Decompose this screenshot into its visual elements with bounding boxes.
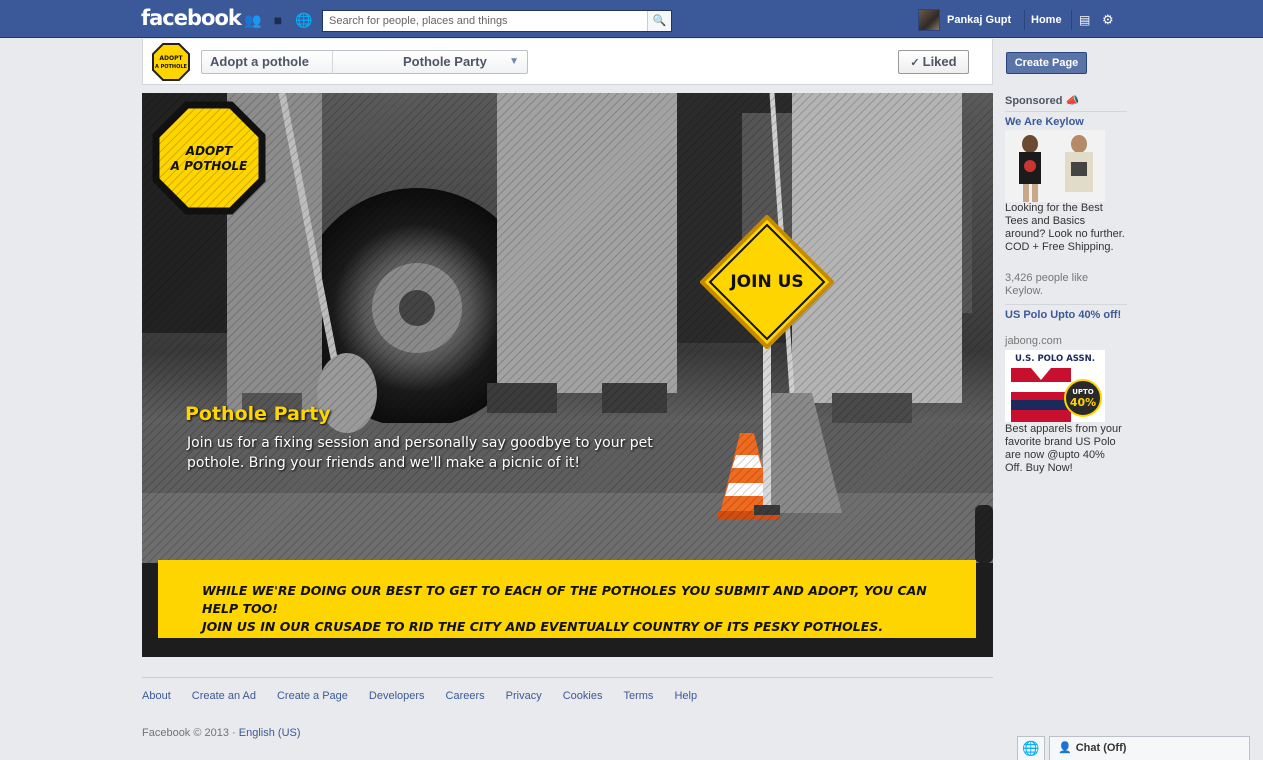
footer-link-create-ad[interactable]: Create an Ad (192, 690, 256, 702)
app-banner: ADOPT A POTHOLE JOIN US Pothole Party Jo… (142, 93, 993, 657)
logo-line-1: ADOPT (185, 144, 233, 158)
banner-description: Join us for a fixing session and persona… (187, 435, 653, 471)
svg-text:A POTHOLE: A POTHOLE (155, 64, 188, 70)
divider (1024, 10, 1025, 30)
footer-link-careers[interactable]: Careers (446, 690, 485, 702)
ad-body-keylow[interactable]: Looking for the Best Tees and Basics aro… (1005, 202, 1125, 254)
app-dropdown[interactable]: Pothole Party ▼ (333, 51, 527, 73)
sponsored-label: Sponsored (1005, 95, 1063, 107)
top-navigation-bar: facebook 👥 ■ 🌐 🔍 Pankaj Gupt Home ▤ ⚙ (0, 0, 1263, 38)
check-icon: ✓ (910, 57, 920, 69)
notifications-globe-icon[interactable]: 🌐 (295, 12, 312, 28)
join-us-sign[interactable]: JOIN US (700, 215, 834, 349)
page-header: ADOPT A POTHOLE Adopt a pothole Pothole … (142, 39, 993, 85)
breadcrumb: Adopt a pothole Pothole Party ▼ (201, 50, 528, 74)
footer-link-privacy[interactable]: Privacy (506, 690, 542, 702)
copyright: Facebook © 2013 · English (US) (142, 727, 301, 739)
facebook-logo[interactable]: facebook (141, 6, 242, 30)
divider (1071, 10, 1072, 30)
footer-link-help[interactable]: Help (674, 690, 697, 702)
profile-link[interactable]: Pankaj Gupt (947, 14, 1011, 26)
footer-link-cookies[interactable]: Cookies (563, 690, 603, 702)
liked-button[interactable]: ✓ Liked (898, 50, 969, 74)
strip-line-2: Join us in our crusade to rid the city a… (202, 619, 884, 634)
uspolo-ad-image[interactable]: U.S. POLO ASSN. UPTO 40% (1005, 350, 1105, 422)
discount-badge-line-2: 40% (1070, 396, 1096, 409)
chat-globe-icon[interactable]: 🌐 (1017, 736, 1045, 760)
uspolo-brand-text: U.S. POLO ASSN. (1015, 354, 1095, 364)
privacy-shortcuts-icon[interactable]: ▤ (1079, 13, 1090, 27)
logo-line-2: A POTHOLE (170, 159, 249, 173)
friend-requests-icon[interactable]: 👥 (244, 12, 261, 28)
language-link[interactable]: English (US) (239, 727, 301, 739)
home-link[interactable]: Home (1031, 14, 1062, 26)
page-logo[interactable]: ADOPT A POTHOLE (152, 43, 190, 81)
ad-social-keylow: 3,426 people like Keylow. (1005, 272, 1089, 297)
create-page-button[interactable]: Create Page (1006, 52, 1087, 74)
footer-link-about[interactable]: About (142, 690, 171, 702)
strip-line-1: While we're doing our best to get to eac… (202, 583, 927, 616)
chat-label: Chat (Off) (1075, 742, 1127, 754)
keylow-ad-image[interactable] (1005, 130, 1105, 202)
discount-badge-line-1: UPTO (1072, 388, 1094, 396)
divider (142, 677, 993, 678)
search-box: 🔍 (322, 10, 672, 32)
liked-button-label: Liked (922, 54, 957, 69)
chat-sidebar-button[interactable]: 👤 Chat (Off) (1049, 736, 1250, 760)
megaphone-icon: 📣 (1065, 95, 1080, 107)
person-icon: 👤 (1058, 742, 1072, 754)
divider (1005, 304, 1127, 305)
app-dropdown-label: Pothole Party (403, 54, 487, 69)
messages-icon[interactable]: ■ (270, 12, 286, 28)
sponsored-heading[interactable]: Sponsored 📣 (1005, 94, 1079, 107)
ad-body-uspolo[interactable]: Best apparels from your favorite brand U… (1005, 423, 1125, 475)
search-icon[interactable]: 🔍 (647, 11, 671, 31)
join-us-label: JOIN US (729, 272, 803, 292)
ad-title-keylow[interactable]: We Are Keylow (1005, 116, 1125, 129)
avatar[interactable] (918, 9, 940, 31)
copyright-text: Facebook © 2013 · (142, 727, 239, 739)
ad-domain-uspolo: jabong.com (1005, 335, 1062, 347)
chevron-down-icon: ▼ (509, 56, 519, 67)
divider (1005, 111, 1127, 112)
ad-title-uspolo[interactable]: US Polo Upto 40% off! (1005, 309, 1125, 322)
svg-text:ADOPT: ADOPT (159, 55, 183, 62)
breadcrumb-page-name[interactable]: Adopt a pothole (202, 51, 333, 73)
call-to-action-strip: While we're doing our best to get to eac… (158, 560, 976, 638)
call-to-action-text: While we're doing our best to get to eac… (202, 582, 962, 636)
footer-link-create-page[interactable]: Create a Page (277, 690, 348, 702)
footer-link-terms[interactable]: Terms (623, 690, 653, 702)
banner-title: Pothole Party (185, 403, 331, 425)
footer-links: About Create an Ad Create a Page Develop… (142, 690, 718, 702)
search-input[interactable] (323, 11, 649, 31)
gear-icon[interactable]: ⚙ (1102, 12, 1114, 28)
workers-photo: ADOPT A POTHOLE (142, 93, 993, 563)
adopt-a-pothole-logo: ADOPT A POTHOLE (152, 101, 266, 215)
footer-link-developers[interactable]: Developers (369, 690, 425, 702)
